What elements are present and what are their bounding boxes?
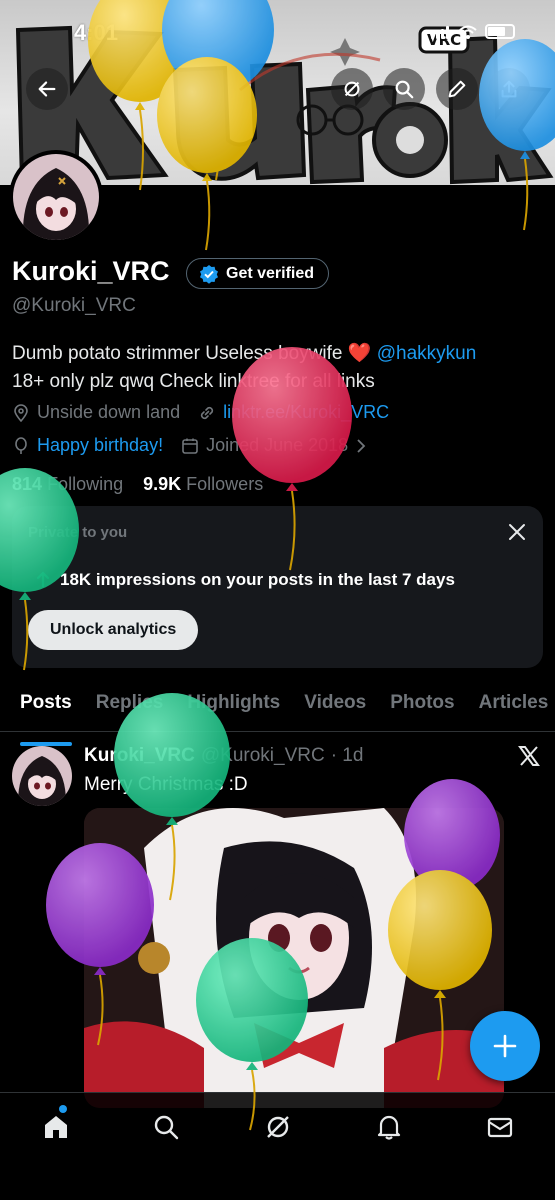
grok-button[interactable] xyxy=(331,68,373,110)
post-text: Merry Christmas :D xyxy=(84,774,248,795)
trending-up-icon xyxy=(36,571,50,588)
followers-link[interactable]: 9.9K Followers xyxy=(143,474,263,494)
profile-meta-row-2: Happy birthday! Joined June 2018 xyxy=(12,435,386,456)
birthday[interactable]: Happy birthday! xyxy=(12,435,163,456)
bio-mention-link[interactable]: @hakkykun xyxy=(377,343,477,364)
get-verified-label: Get verified xyxy=(226,264,315,282)
grok-icon xyxy=(344,81,360,97)
analytics-card: Private to you 18K impressions on your p… xyxy=(12,506,543,668)
unread-indicator xyxy=(59,1105,67,1113)
post-time: · 1d xyxy=(330,745,364,766)
tab-photos[interactable]: Photos xyxy=(390,680,454,731)
x-logo-icon xyxy=(518,746,540,766)
home-icon xyxy=(45,1116,67,1138)
display-name: Kuroki_VRC xyxy=(12,256,170,286)
profile-bio: Dumb potato strimmer Useless boywife ❤️ … xyxy=(12,340,552,396)
joined-date[interactable]: Joined June 2018 xyxy=(181,435,368,456)
profile-handle: @Kuroki_VRC xyxy=(12,295,136,316)
arrow-left-icon xyxy=(38,81,56,97)
bio-text-line2: 18+ only plz qwq Check linktree for all … xyxy=(12,371,375,392)
signal-icon xyxy=(431,25,451,39)
followers-count: 9.9K xyxy=(143,474,182,494)
profile-tabs: Posts Replies Highlights Videos Photos A… xyxy=(0,680,555,746)
messages-icon xyxy=(487,1117,513,1138)
compose-button[interactable] xyxy=(470,1011,540,1081)
search-icon xyxy=(395,80,414,99)
joined-text: Joined June 2018 xyxy=(206,435,349,455)
plus-icon xyxy=(493,1034,517,1058)
profile-avatar[interactable] xyxy=(9,150,103,244)
post-author-name[interactable]: Kuroki_VRC xyxy=(84,745,195,767)
balloon-icon xyxy=(15,436,27,454)
nav-grok[interactable] xyxy=(258,1107,298,1147)
unlock-analytics-button[interactable]: Unlock analytics xyxy=(28,610,199,650)
bottom-nav xyxy=(0,1092,555,1200)
share-button[interactable] xyxy=(488,68,530,110)
status-icons xyxy=(431,24,515,39)
post-header: Kuroki_VRC @Kuroki_VRC · 1d xyxy=(84,745,363,767)
status-bar: 4:01 xyxy=(0,0,555,64)
birthday-text[interactable]: Happy birthday! xyxy=(37,435,163,456)
nav-notifications[interactable] xyxy=(369,1107,409,1147)
verified-badge-icon xyxy=(200,264,218,284)
location-pin-icon xyxy=(14,403,28,422)
battery-icon xyxy=(485,24,515,39)
following-link[interactable]: 814 Following xyxy=(12,474,123,494)
website-link[interactable]: linktr.ee/Kuroki_VRC xyxy=(223,402,389,423)
tab-highlights[interactable]: Highlights xyxy=(187,680,280,731)
post-image[interactable] xyxy=(84,808,504,1108)
pencil-icon xyxy=(448,80,466,98)
website[interactable]: linktr.ee/Kuroki_VRC xyxy=(198,402,389,423)
private-label: Private to you xyxy=(28,524,128,541)
location: Unside down land xyxy=(12,402,180,423)
nav-home[interactable] xyxy=(36,1107,76,1147)
tab-articles[interactable]: Articles xyxy=(479,680,549,731)
back-button[interactable] xyxy=(26,68,68,110)
tab-posts[interactable]: Posts xyxy=(20,680,72,746)
location-text: Unside down land xyxy=(37,402,181,422)
tab-replies[interactable]: Replies xyxy=(96,680,164,731)
follow-stats: 814 Following 9.9K Followers xyxy=(12,474,263,495)
status-time: 4:01 xyxy=(74,20,119,45)
following-label: Following xyxy=(47,474,124,494)
search-button[interactable] xyxy=(383,68,425,110)
search-icon xyxy=(154,1115,179,1140)
share-icon xyxy=(501,80,517,98)
impressions-text: 18K impressions on your posts in the las… xyxy=(60,570,455,589)
following-count: 814 xyxy=(12,474,43,494)
close-icon[interactable] xyxy=(507,522,527,542)
edit-profile-button[interactable] xyxy=(436,68,478,110)
notifications-icon xyxy=(377,1115,401,1140)
calendar-icon xyxy=(182,438,198,454)
get-verified-button[interactable]: Get verified xyxy=(186,258,330,289)
grok-icon xyxy=(267,1116,289,1138)
wifi-icon xyxy=(459,25,477,39)
post-avatar[interactable] xyxy=(12,746,72,806)
nav-search[interactable] xyxy=(146,1107,186,1147)
chevron-right-icon xyxy=(357,438,366,453)
followers-label: Followers xyxy=(186,474,264,494)
post-image-art xyxy=(84,808,504,1108)
avatar-image xyxy=(13,154,99,240)
bio-text: Dumb potato strimmer Useless boywife ❤️ xyxy=(12,343,377,364)
nav-messages[interactable] xyxy=(480,1107,520,1147)
tab-videos[interactable]: Videos xyxy=(304,680,366,731)
profile-meta-row-1: Unside down land linktr.ee/Kuroki_VRC xyxy=(12,402,407,423)
link-icon xyxy=(201,406,214,419)
post-author-handle[interactable]: @Kuroki_VRC xyxy=(201,745,325,767)
